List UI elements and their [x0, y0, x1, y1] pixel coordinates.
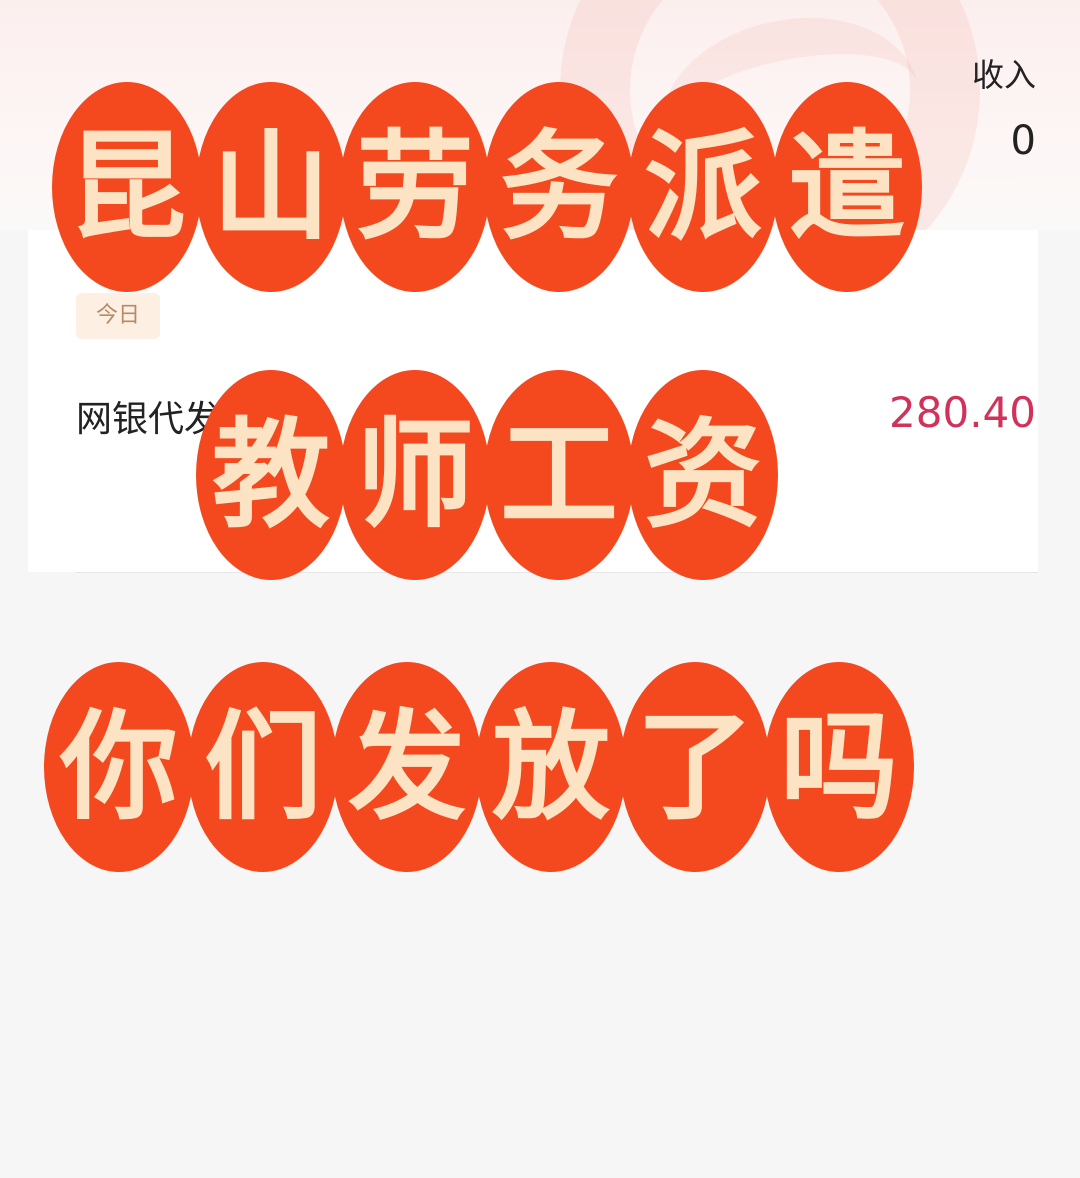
banner-char: 劳 [340, 82, 490, 292]
income-label: 收入 [971, 56, 1036, 94]
banner-char: 派 [628, 82, 778, 292]
banner-char: 了 [620, 662, 770, 872]
banner-char: 吗 [764, 662, 914, 872]
banner-char: 发 [332, 662, 482, 872]
banner-char: 放 [476, 662, 626, 872]
banner-char: 你 [44, 662, 194, 872]
banner-char: 资 [628, 370, 778, 580]
banner-char: 务 [484, 82, 634, 292]
banner-char: 师 [340, 370, 490, 580]
banner-char: 教 [196, 370, 346, 580]
overlay-banner-line-3: 你 们 发 放 了 吗 [44, 662, 914, 872]
banner-char: 昆 [52, 82, 202, 292]
banner-char: 们 [188, 662, 338, 872]
date-badge: 今日 [76, 293, 160, 339]
overlay-banner-line-1: 昆 山 劳 务 派 遣 [52, 82, 922, 292]
banner-char: 工 [484, 370, 634, 580]
banner-char: 遣 [772, 82, 922, 292]
banner-char: 山 [196, 82, 346, 292]
transaction-amount: 280.40 [889, 388, 1036, 437]
overlay-banner-line-2: 教 师 工 资 [196, 370, 778, 580]
income-value: 0 [1010, 118, 1036, 164]
